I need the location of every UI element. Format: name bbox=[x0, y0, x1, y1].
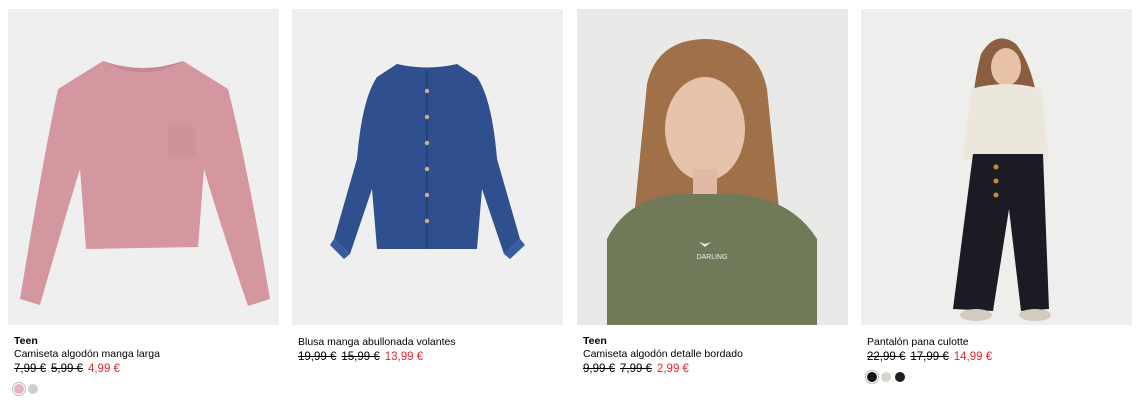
original-price: 7,99 € bbox=[14, 363, 46, 375]
price-row: 7,99 € 5,99 € 4,99 € bbox=[14, 362, 273, 377]
color-swatch-black[interactable] bbox=[867, 372, 877, 382]
svg-text:DARLING: DARLING bbox=[696, 254, 727, 261]
product-grid: Teen Camiseta algodón manga larga 7,99 €… bbox=[0, 0, 1137, 405]
color-swatch-pink[interactable] bbox=[14, 384, 24, 394]
product-tag: Teen bbox=[583, 335, 607, 347]
product-card-1[interactable]: Teen Camiseta algodón manga larga 7,99 €… bbox=[8, 9, 279, 394]
original-price: 22,99 € bbox=[867, 351, 906, 363]
product-card-2[interactable]: Blusa manga abullonada volantes 19,99 €1… bbox=[292, 9, 563, 365]
price-row: 19,99 € 15,99 € 13,99 € bbox=[298, 350, 557, 365]
sale-price: 2,99 € bbox=[656, 363, 689, 375]
price-row: 22,99 € 17,99 € 14,99 € bbox=[867, 350, 1126, 365]
previous-price: 7,99 € bbox=[619, 363, 652, 375]
product-name[interactable]: Blusa manga abullonada volantes bbox=[298, 336, 557, 349]
sale-price: 4,99 € bbox=[87, 363, 120, 375]
product-name[interactable]: Camiseta algodón manga larga bbox=[14, 348, 273, 361]
product-card-3[interactable]: DARLING Teen Camiseta algodón detalle bo… bbox=[577, 9, 848, 377]
color-swatch-ecru[interactable] bbox=[881, 372, 891, 382]
product-name[interactable]: Pantalón pana culotte bbox=[867, 336, 1126, 349]
original-price: 9,99 € bbox=[583, 363, 615, 375]
price-row: 9,99 € 7,99 € 2,99 € bbox=[583, 362, 842, 377]
product-card-4[interactable]: Pantalón pana culotte 22,99 € 17,99 € 14,9… bbox=[861, 9, 1132, 382]
product-name[interactable]: Camiseta algodón detalle bordado bbox=[583, 348, 842, 361]
color-swatch-charcoal[interactable] bbox=[895, 372, 905, 382]
product-image[interactable] bbox=[861, 9, 1132, 325]
product-tag: Teen bbox=[14, 335, 38, 347]
sale-price: 14,99 € bbox=[953, 351, 993, 363]
product-image[interactable]: DARLING bbox=[577, 9, 848, 325]
sale-price: 13,99 € bbox=[384, 351, 424, 363]
color-swatches bbox=[867, 372, 1126, 382]
previous-price: 15,99 € bbox=[341, 351, 380, 363]
color-swatches bbox=[14, 384, 273, 394]
color-swatch-grey[interactable] bbox=[28, 384, 38, 394]
original-price: 19,99 € bbox=[298, 351, 337, 363]
product-image[interactable] bbox=[292, 9, 563, 325]
previous-price: 17,99 € bbox=[910, 351, 949, 363]
previous-price: 5,99 € bbox=[50, 363, 83, 375]
product-image[interactable] bbox=[8, 9, 279, 325]
